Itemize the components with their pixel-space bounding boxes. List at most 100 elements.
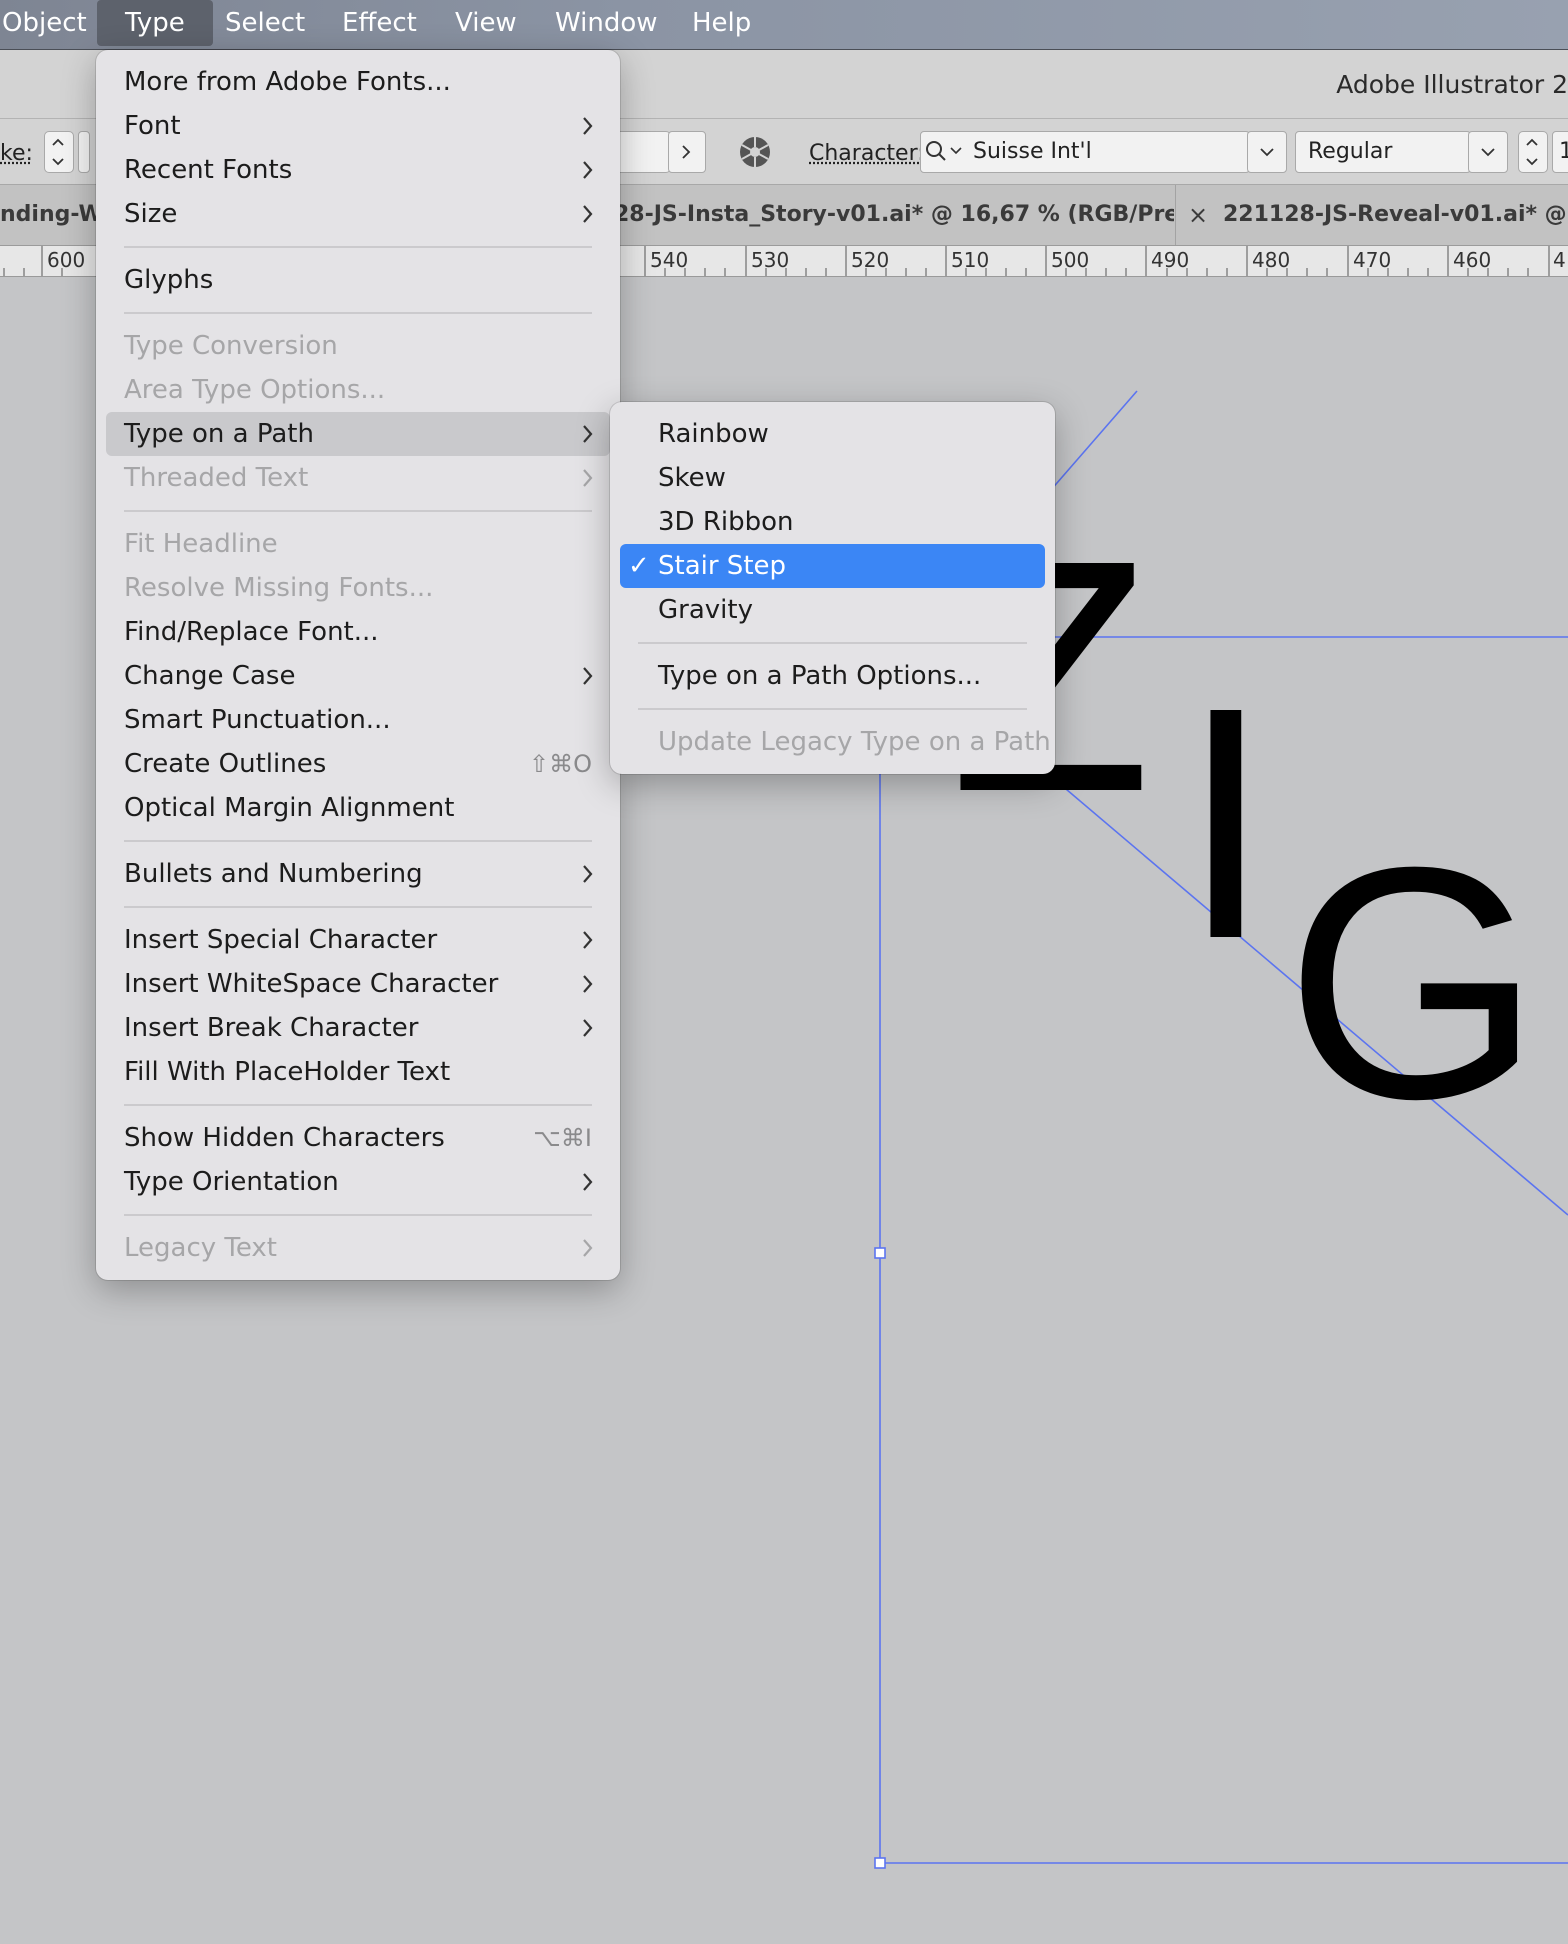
menu-item-glyphs[interactable]: Glyphs xyxy=(106,258,610,302)
character-label[interactable]: Character: xyxy=(809,141,925,166)
ruler-label: 520 xyxy=(851,248,890,272)
ruler-label: 460 xyxy=(1453,248,1492,272)
menu-item-more-from-adobe-fonts[interactable]: More from Adobe Fonts... xyxy=(106,60,610,104)
menu-item-insert-break-character[interactable]: Insert Break Character xyxy=(106,1006,610,1050)
menu-item-type-orientation[interactable]: Type Orientation xyxy=(106,1160,610,1204)
menu-item-legacy-text: Legacy Text xyxy=(106,1226,610,1270)
tab-divider xyxy=(1175,185,1176,245)
tab-document-2[interactable]: 28-JS-Insta_Story-v01.ai* @ 16,67 % (RGB… xyxy=(614,185,1174,245)
menu-view[interactable]: View xyxy=(441,0,531,46)
menu-item-label: Type Orientation xyxy=(124,1167,339,1197)
chevron-right-icon xyxy=(583,469,593,487)
font-style-dropdown[interactable] xyxy=(1468,131,1508,173)
submenu-item-rainbow[interactable]: Rainbow xyxy=(620,412,1045,456)
menu-item-label: Smart Punctuation... xyxy=(124,705,391,735)
menu-item-label: More from Adobe Fonts... xyxy=(124,67,451,97)
search-icon xyxy=(926,141,962,161)
menu-item-label: Change Case xyxy=(124,661,296,691)
recolor-artwork-icon[interactable] xyxy=(738,135,772,169)
menu-separator xyxy=(124,246,592,248)
menu-item-insert-special-character[interactable]: Insert Special Character xyxy=(106,918,610,962)
submenu-item-update-legacy-type-on-a-path: Update Legacy Type on a Path xyxy=(620,720,1051,764)
app-title: Adobe Illustrator 2 xyxy=(1336,70,1568,99)
menu-item-type-on-a-path[interactable]: Type on a Path xyxy=(106,412,610,456)
menu-separator xyxy=(124,510,592,512)
font-family-dropdown[interactable] xyxy=(1247,131,1287,173)
menu-separator xyxy=(124,312,592,314)
menu-item-create-outlines[interactable]: Create Outlines ⇧⌘O xyxy=(106,742,610,786)
menu-item-label: Gravity xyxy=(658,595,753,625)
chevron-up-icon xyxy=(52,138,64,146)
menu-item-label: Size xyxy=(124,199,178,229)
menu-item-label: Find/Replace Font... xyxy=(124,617,379,647)
menu-item-size[interactable]: Size xyxy=(106,192,610,236)
menu-item-smart-punctuation[interactable]: Smart Punctuation... xyxy=(106,698,610,742)
menu-item-label: Show Hidden Characters xyxy=(124,1123,445,1153)
menu-type[interactable]: Type xyxy=(97,0,213,46)
submenu-item-3d-ribbon[interactable]: 3D Ribbon xyxy=(620,500,1045,544)
ruler-label: 510 xyxy=(951,248,990,272)
menu-effect[interactable]: Effect xyxy=(328,0,431,46)
ruler-label: 540 xyxy=(650,248,689,272)
stroke-stepper[interactable] xyxy=(44,131,74,173)
chevron-down-icon xyxy=(1481,148,1495,157)
menu-item-label: Insert Break Character xyxy=(124,1013,419,1043)
chevron-right-icon xyxy=(583,865,593,883)
type-menu: More from Adobe Fonts... Font Recent Fon… xyxy=(96,50,620,1280)
font-size-stepper[interactable] xyxy=(1518,131,1548,173)
menu-help[interactable]: Help xyxy=(678,0,765,46)
menu-item-insert-whitespace-character[interactable]: Insert WhiteSpace Character xyxy=(106,962,610,1006)
tab-document-3[interactable]: 221128-JS-Reveal-v01.ai* @ 16,6 xyxy=(1223,185,1568,245)
menu-item-find-replace-font[interactable]: Find/Replace Font... xyxy=(106,610,610,654)
submenu-item-skew[interactable]: Skew xyxy=(620,456,1045,500)
menu-separator xyxy=(124,840,592,842)
menu-separator xyxy=(124,1104,592,1106)
menu-separator xyxy=(124,906,592,908)
chevron-right-icon xyxy=(583,975,593,993)
menu-item-recent-fonts[interactable]: Recent Fonts xyxy=(106,148,610,192)
font-size-value: 1 xyxy=(1559,139,1568,164)
stroke-arrow-button[interactable] xyxy=(668,131,706,173)
stroke-field[interactable] xyxy=(78,131,90,173)
font-family-field[interactable]: Suisse Int'l xyxy=(920,131,1250,173)
chevron-right-icon xyxy=(583,931,593,949)
chevron-up-icon xyxy=(1526,138,1538,146)
menu-item-show-hidden-characters[interactable]: Show Hidden Characters ⌥⌘I xyxy=(106,1116,610,1160)
artwork-letter: G xyxy=(1285,798,1542,1167)
ruler-label: 490 xyxy=(1151,248,1190,272)
menu-item-fit-headline: Fit Headline xyxy=(106,522,610,566)
menu-item-label: Rainbow xyxy=(658,419,769,449)
stroke-profile-field[interactable] xyxy=(615,131,671,173)
ruler-label: 470 xyxy=(1353,248,1392,272)
ruler-label: 530 xyxy=(751,248,790,272)
menu-item-label: Insert WhiteSpace Character xyxy=(124,969,499,999)
font-size-field[interactable]: 1 xyxy=(1552,131,1568,173)
chevron-right-icon xyxy=(583,1173,593,1191)
menu-item-bullets-and-numbering[interactable]: Bullets and Numbering xyxy=(106,852,610,896)
menu-item-font[interactable]: Font xyxy=(106,104,610,148)
ruler-label: 600 xyxy=(47,248,86,272)
menu-item-shortcut: ⌥⌘I xyxy=(533,1124,592,1152)
menu-item-label: Recent Fonts xyxy=(124,155,293,185)
chevron-right-icon xyxy=(583,1239,593,1257)
menu-item-type-conversion: Type Conversion xyxy=(106,324,610,368)
menu-item-fill-with-placeholder-text[interactable]: Fill With PlaceHolder Text xyxy=(106,1050,610,1094)
stroke-label[interactable]: ke: xyxy=(0,141,33,166)
submenu-item-gravity[interactable]: Gravity xyxy=(620,588,1045,632)
tab-close-button[interactable]: × xyxy=(1188,185,1210,245)
menu-item-area-type-options: Area Type Options... xyxy=(106,368,610,412)
font-style-field[interactable]: Regular xyxy=(1295,131,1471,173)
submenu-item-type-on-a-path-options[interactable]: Type on a Path Options... xyxy=(620,654,1045,698)
menu-window[interactable]: Window xyxy=(541,0,672,46)
menu-item-change-case[interactable]: Change Case xyxy=(106,654,610,698)
ruler-label: 4 xyxy=(1553,248,1566,272)
submenu-item-stair-step[interactable]: ✓ Stair Step xyxy=(620,544,1045,588)
tab-document-1[interactable]: nding-Wo xyxy=(0,185,96,245)
menu-select[interactable]: Select xyxy=(211,0,319,46)
menu-separator xyxy=(638,708,1027,710)
menu-object[interactable]: Object xyxy=(0,0,101,46)
menu-item-label: Stair Step xyxy=(658,551,787,581)
ruler-label: 500 xyxy=(1051,248,1090,272)
menu-item-label: Glyphs xyxy=(124,265,214,295)
menu-item-optical-margin-alignment[interactable]: Optical Margin Alignment xyxy=(106,786,610,830)
